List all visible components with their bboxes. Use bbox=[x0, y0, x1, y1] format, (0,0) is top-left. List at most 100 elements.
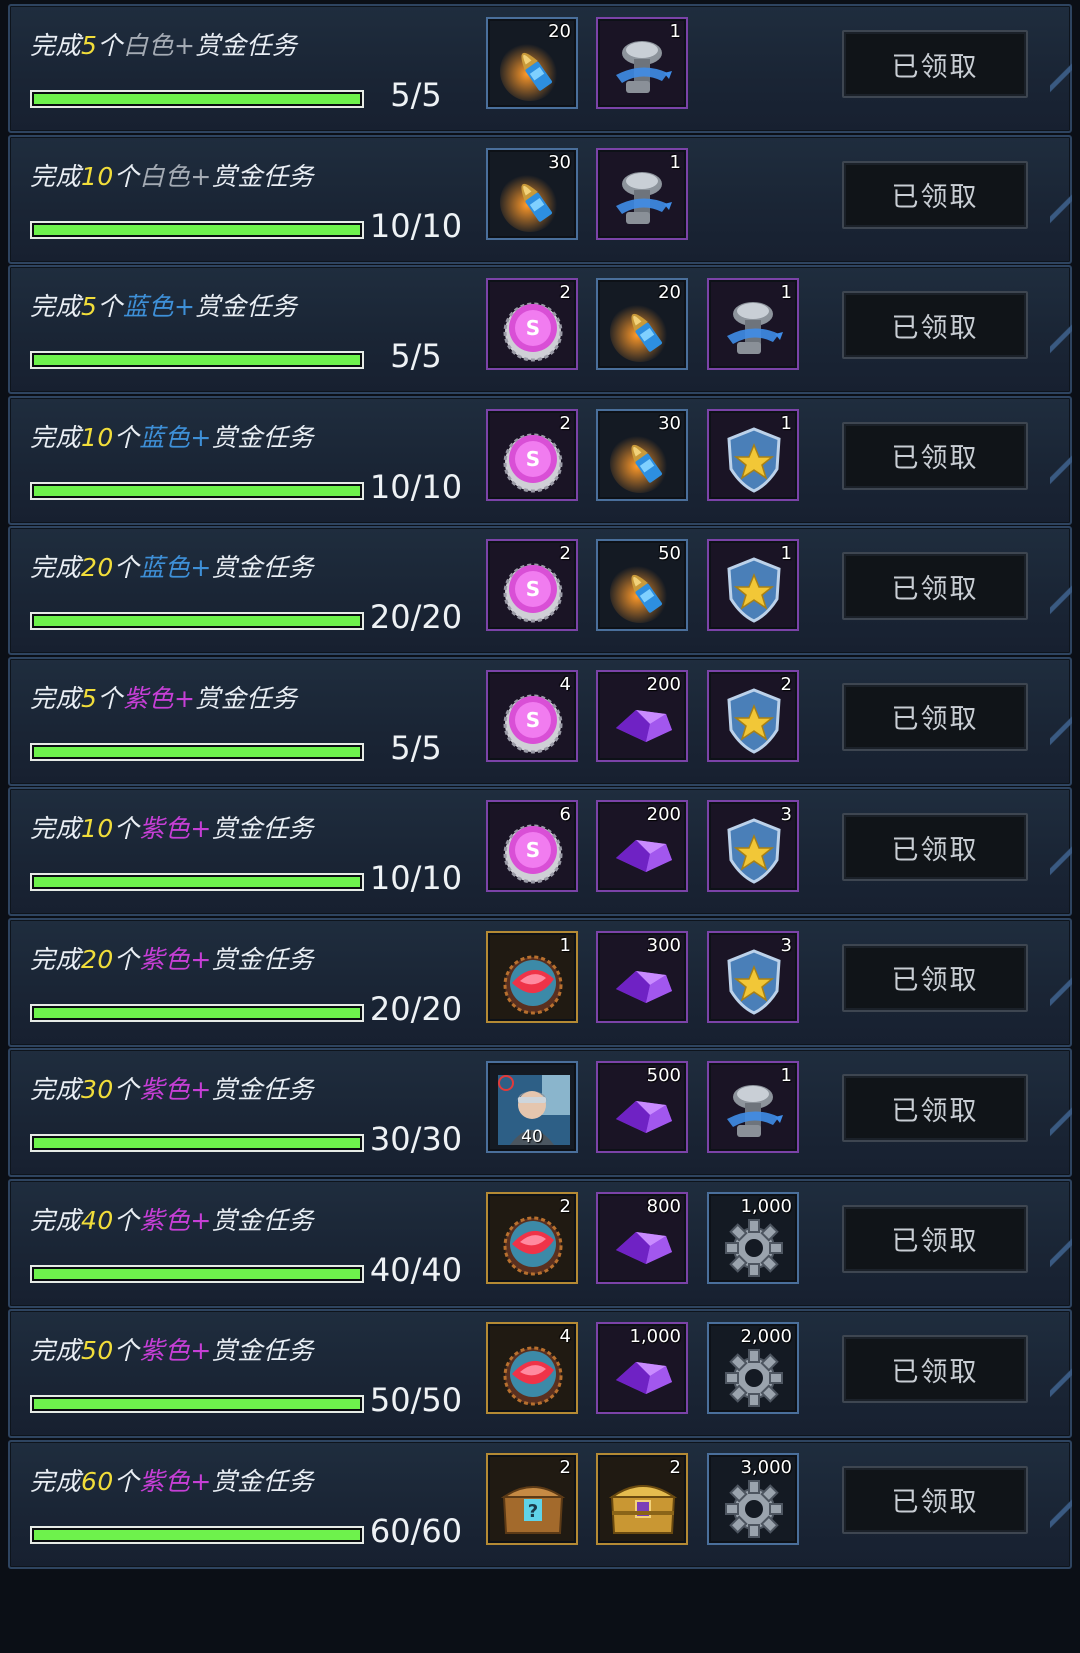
progress-fill bbox=[34, 1529, 360, 1540]
reward-slot[interactable]: S2 bbox=[486, 539, 578, 631]
reward-slot[interactable]: S2 bbox=[486, 278, 578, 370]
reward-slot[interactable]: 1 bbox=[707, 278, 799, 370]
reward-slot[interactable]: 200 bbox=[596, 669, 688, 762]
task-title-unit: 个 bbox=[113, 1466, 140, 1496]
task-title-suffix: 赏金任务 bbox=[211, 1466, 314, 1496]
task-title-num: 5 bbox=[81, 31, 98, 60]
progress-text: 40/40 bbox=[369, 1250, 463, 1289]
task-title-suffix: 赏金任务 bbox=[211, 1336, 314, 1365]
reward-slot[interactable]: 3 bbox=[707, 800, 799, 892]
claimed-button[interactable]: 已领取 bbox=[842, 1074, 1028, 1142]
task-title-plus: + bbox=[190, 1466, 212, 1496]
reward-slot[interactable]: 20 bbox=[596, 278, 688, 370]
task-title-plus: + bbox=[190, 944, 212, 974]
task-title-num: 60 bbox=[81, 1466, 114, 1496]
reward-slot[interactable]: 200 bbox=[596, 800, 688, 892]
reward-slot[interactable]: 4 bbox=[486, 1322, 578, 1414]
claimed-button[interactable]: 已领取 bbox=[842, 160, 1028, 229]
progress-fill bbox=[34, 877, 360, 887]
task-title-plus: + bbox=[190, 553, 212, 582]
claimed-button[interactable]: 已领取 bbox=[842, 943, 1028, 1012]
progress-fill bbox=[34, 1399, 360, 1409]
task-title-suffix: 赏金任务 bbox=[211, 161, 314, 191]
reward-slot[interactable]: 30 bbox=[486, 147, 578, 240]
task-title-unit: 个 bbox=[97, 31, 123, 60]
progress-fill bbox=[34, 1268, 360, 1279]
reward-count: 2 bbox=[559, 282, 571, 303]
reward-slot[interactable]: 1 bbox=[486, 930, 578, 1023]
task-title-quality: 紫色 bbox=[122, 683, 174, 713]
task-title-suffix: 赏金任务 bbox=[195, 292, 298, 321]
task-title: 完成5个蓝色+赏金任务 bbox=[30, 287, 297, 323]
task-title-quality: 紫色 bbox=[139, 1336, 191, 1365]
task-title: 完成20个紫色+赏金任务 bbox=[30, 940, 314, 976]
task-title-suffix: 赏金任务 bbox=[195, 31, 298, 60]
reward-slot[interactable]: 2 bbox=[596, 1452, 688, 1545]
task-title-suffix: 赏金任务 bbox=[211, 553, 314, 582]
reward-slot[interactable]: S6 bbox=[486, 800, 578, 892]
reward-slot[interactable]: 3,000 bbox=[707, 1452, 799, 1545]
reward-slot[interactable]: 2 bbox=[486, 1191, 578, 1284]
claimed-button[interactable]: 已领取 bbox=[842, 813, 1028, 881]
claimed-button[interactable]: 已领取 bbox=[842, 1335, 1028, 1403]
reward-slot[interactable]: 2,000 bbox=[707, 1322, 799, 1414]
reward-count: 2 bbox=[559, 1195, 571, 1217]
reward-slot[interactable]: 30 bbox=[596, 408, 688, 501]
reward-count: 6 bbox=[559, 804, 571, 825]
claimed-button[interactable]: 已领取 bbox=[842, 682, 1028, 751]
task-title: 完成10个白色+赏金任务 bbox=[30, 157, 314, 193]
reward-slot[interactable]: ? 2 bbox=[486, 1452, 578, 1545]
task-title-prefix: 完成 bbox=[30, 422, 82, 452]
reward-slot[interactable]: 1 bbox=[596, 147, 688, 240]
task-title-quality: 紫色 bbox=[139, 944, 191, 974]
reward-count: 20 bbox=[658, 282, 681, 303]
progress-fill bbox=[34, 224, 360, 235]
claimed-button[interactable]: 已领取 bbox=[842, 552, 1028, 620]
claimed-button[interactable]: 已领取 bbox=[842, 30, 1028, 98]
reward-slot[interactable]: 1 bbox=[707, 1061, 799, 1153]
task-title-prefix: 完成 bbox=[30, 31, 82, 60]
reward-count: 4 bbox=[559, 1326, 571, 1347]
task-title-quality: 紫色 bbox=[139, 1466, 191, 1496]
reward-count: 1 bbox=[559, 934, 571, 956]
reward-slot[interactable]: S4 bbox=[486, 669, 578, 762]
task-title: 完成40个紫色+赏金任务 bbox=[30, 1201, 314, 1237]
reward-slot[interactable]: 1,000 bbox=[596, 1322, 688, 1414]
task-title-quality: 蓝色 bbox=[139, 553, 191, 582]
reward-slot[interactable]: 20 bbox=[486, 17, 578, 109]
task-title-num: 20 bbox=[81, 553, 114, 582]
claimed-button[interactable]: 已领取 bbox=[842, 421, 1028, 490]
progress-bar bbox=[30, 742, 364, 761]
reward-slot[interactable]: 1 bbox=[707, 408, 799, 501]
progress-fill bbox=[34, 616, 360, 626]
reward-slot[interactable]: S2 bbox=[486, 408, 578, 501]
progress-bar bbox=[30, 481, 364, 500]
reward-count: 1 bbox=[780, 282, 792, 303]
reward-slot[interactable]: 40 bbox=[486, 1061, 578, 1153]
reward-slot[interactable]: 1,000 bbox=[707, 1191, 799, 1284]
task-title-num: 10 bbox=[81, 422, 114, 452]
task-title-quality: 紫色 bbox=[139, 1075, 191, 1104]
reward-slot[interactable]: 1 bbox=[707, 539, 799, 631]
reward-level: 40 bbox=[521, 1127, 543, 1147]
task-title: 完成5个紫色+赏金任务 bbox=[30, 679, 297, 715]
reward-slot[interactable]: 1 bbox=[596, 17, 688, 109]
reward-slot[interactable]: 2 bbox=[707, 669, 799, 762]
progress-text: 5/5 bbox=[390, 728, 442, 767]
task-title-unit: 个 bbox=[113, 1336, 140, 1365]
reward-count: 20 bbox=[548, 21, 571, 42]
progress-bar bbox=[30, 90, 364, 108]
reward-slot[interactable]: 50 bbox=[596, 539, 688, 631]
progress-bar bbox=[30, 351, 364, 369]
progress-text: 30/30 bbox=[369, 1120, 463, 1158]
task-title-plus: + bbox=[173, 31, 196, 60]
reward-count: 3,000 bbox=[740, 1456, 792, 1478]
reward-slot[interactable]: 800 bbox=[596, 1191, 688, 1284]
claimed-button[interactable]: 已领取 bbox=[842, 1465, 1028, 1534]
claimed-button[interactable]: 已领取 bbox=[842, 1204, 1028, 1273]
reward-slot[interactable]: 500 bbox=[596, 1061, 688, 1153]
reward-slot[interactable]: 3 bbox=[707, 930, 799, 1023]
reward-count: 2,000 bbox=[740, 1326, 792, 1347]
reward-slot[interactable]: 300 bbox=[596, 930, 688, 1023]
claimed-button[interactable]: 已领取 bbox=[842, 291, 1028, 359]
